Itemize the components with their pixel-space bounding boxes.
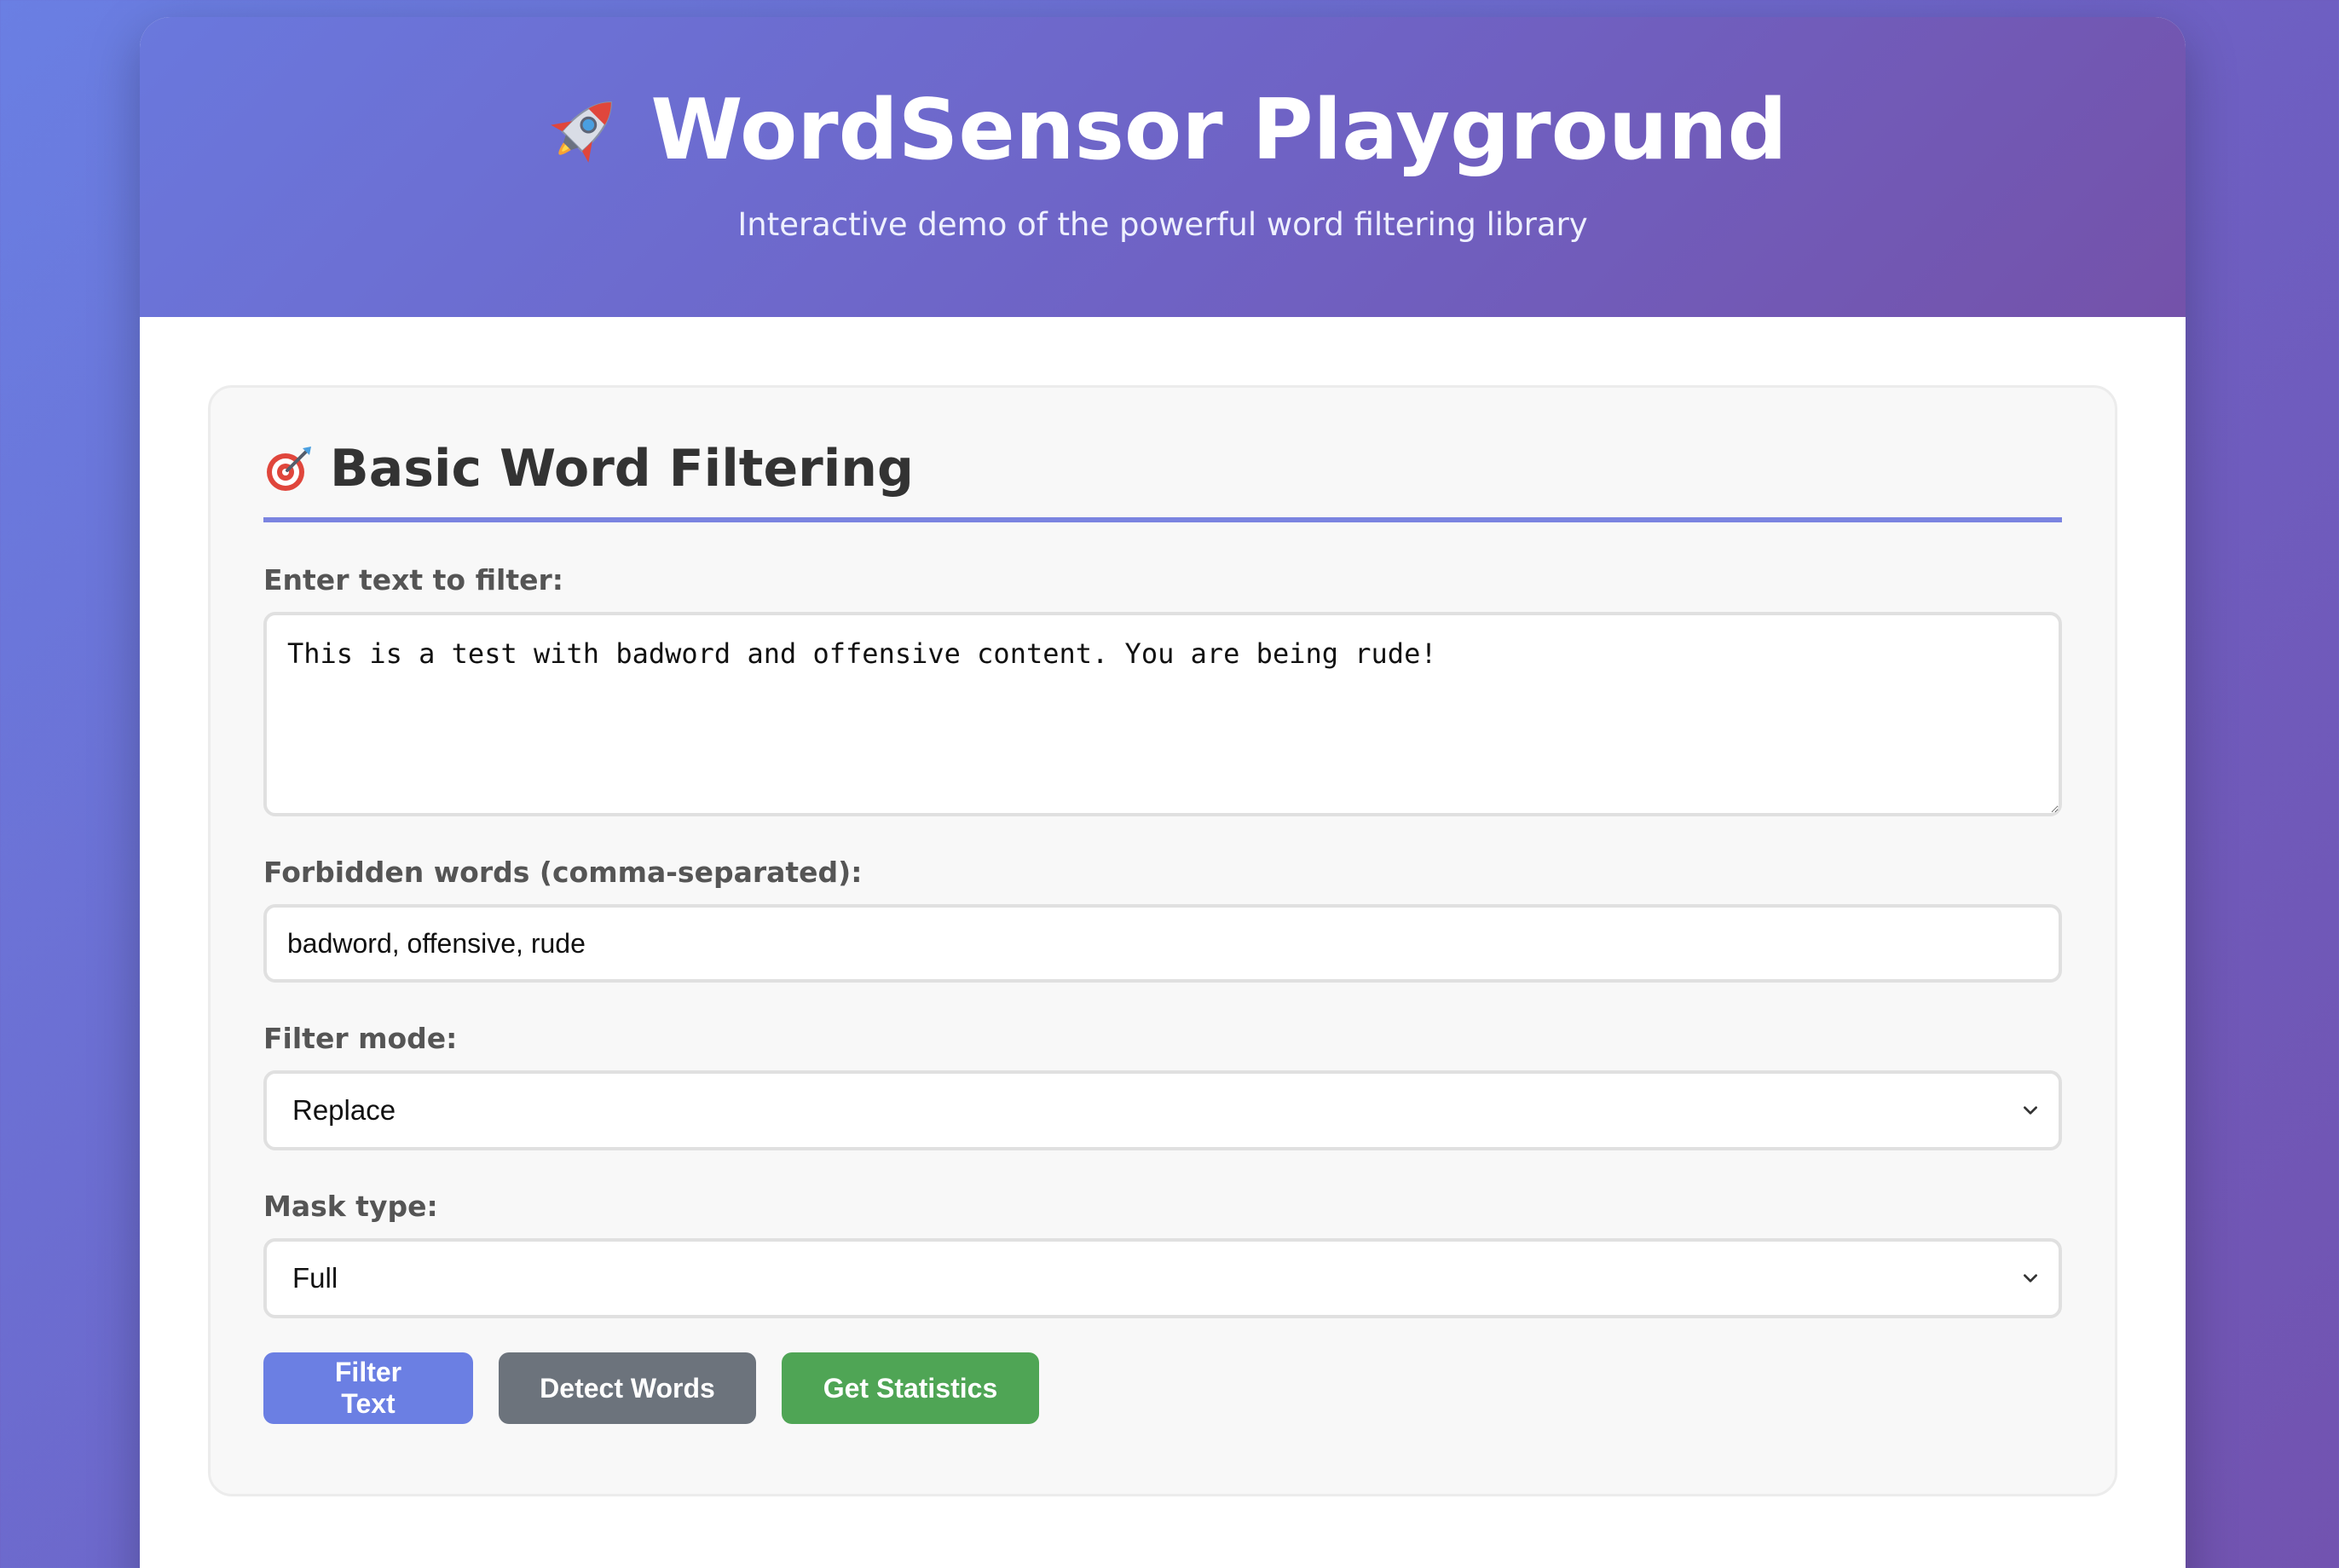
filter-text-button[interactable]: Filter Text (263, 1352, 473, 1424)
section-title-row: Basic Word Filtering (263, 439, 2062, 522)
get-statistics-button[interactable]: Get Statistics (782, 1352, 1039, 1424)
page-title: WordSensor Playground (650, 82, 1787, 179)
filter-mode-select[interactable]: Replace (263, 1070, 2062, 1150)
page-subtitle: Interactive demo of the powerful word fi… (737, 205, 1588, 243)
page-title-row: WordSensor Playground (140, 82, 2186, 179)
forbidden-words-input[interactable] (263, 904, 2062, 983)
main-content: Basic Word Filtering Enter text to filte… (140, 317, 2186, 1496)
text-to-filter-textarea[interactable]: This is a test with badword and offensiv… (263, 612, 2062, 816)
text-input-label: Enter text to filter: (263, 563, 563, 597)
filter-mode-value: Replace (292, 1094, 396, 1126)
mask-type-select[interactable]: Full (263, 1238, 2062, 1318)
target-icon (267, 447, 311, 491)
basic-filtering-section: Basic Word Filtering Enter text to filte… (208, 385, 2117, 1496)
chevron-down-icon (2024, 1274, 2037, 1283)
section-title: Basic Word Filtering (330, 439, 914, 499)
mask-type-value: Full (292, 1262, 338, 1294)
mask-type-label: Mask type: (263, 1190, 438, 1223)
filter-mode-label: Filter mode: (263, 1022, 458, 1055)
detect-words-button[interactable]: Detect Words (499, 1352, 756, 1424)
app-container: WordSensor Playground Interactive demo o… (140, 17, 2186, 1568)
chevron-down-icon (2024, 1106, 2037, 1115)
page-header: WordSensor Playground Interactive demo o… (140, 17, 2186, 317)
rocket-icon (551, 101, 613, 163)
action-buttons: Filter Text Detect Words Get Statistics (263, 1352, 2062, 1424)
forbidden-words-label: Forbidden words (comma-separated): (263, 856, 863, 889)
